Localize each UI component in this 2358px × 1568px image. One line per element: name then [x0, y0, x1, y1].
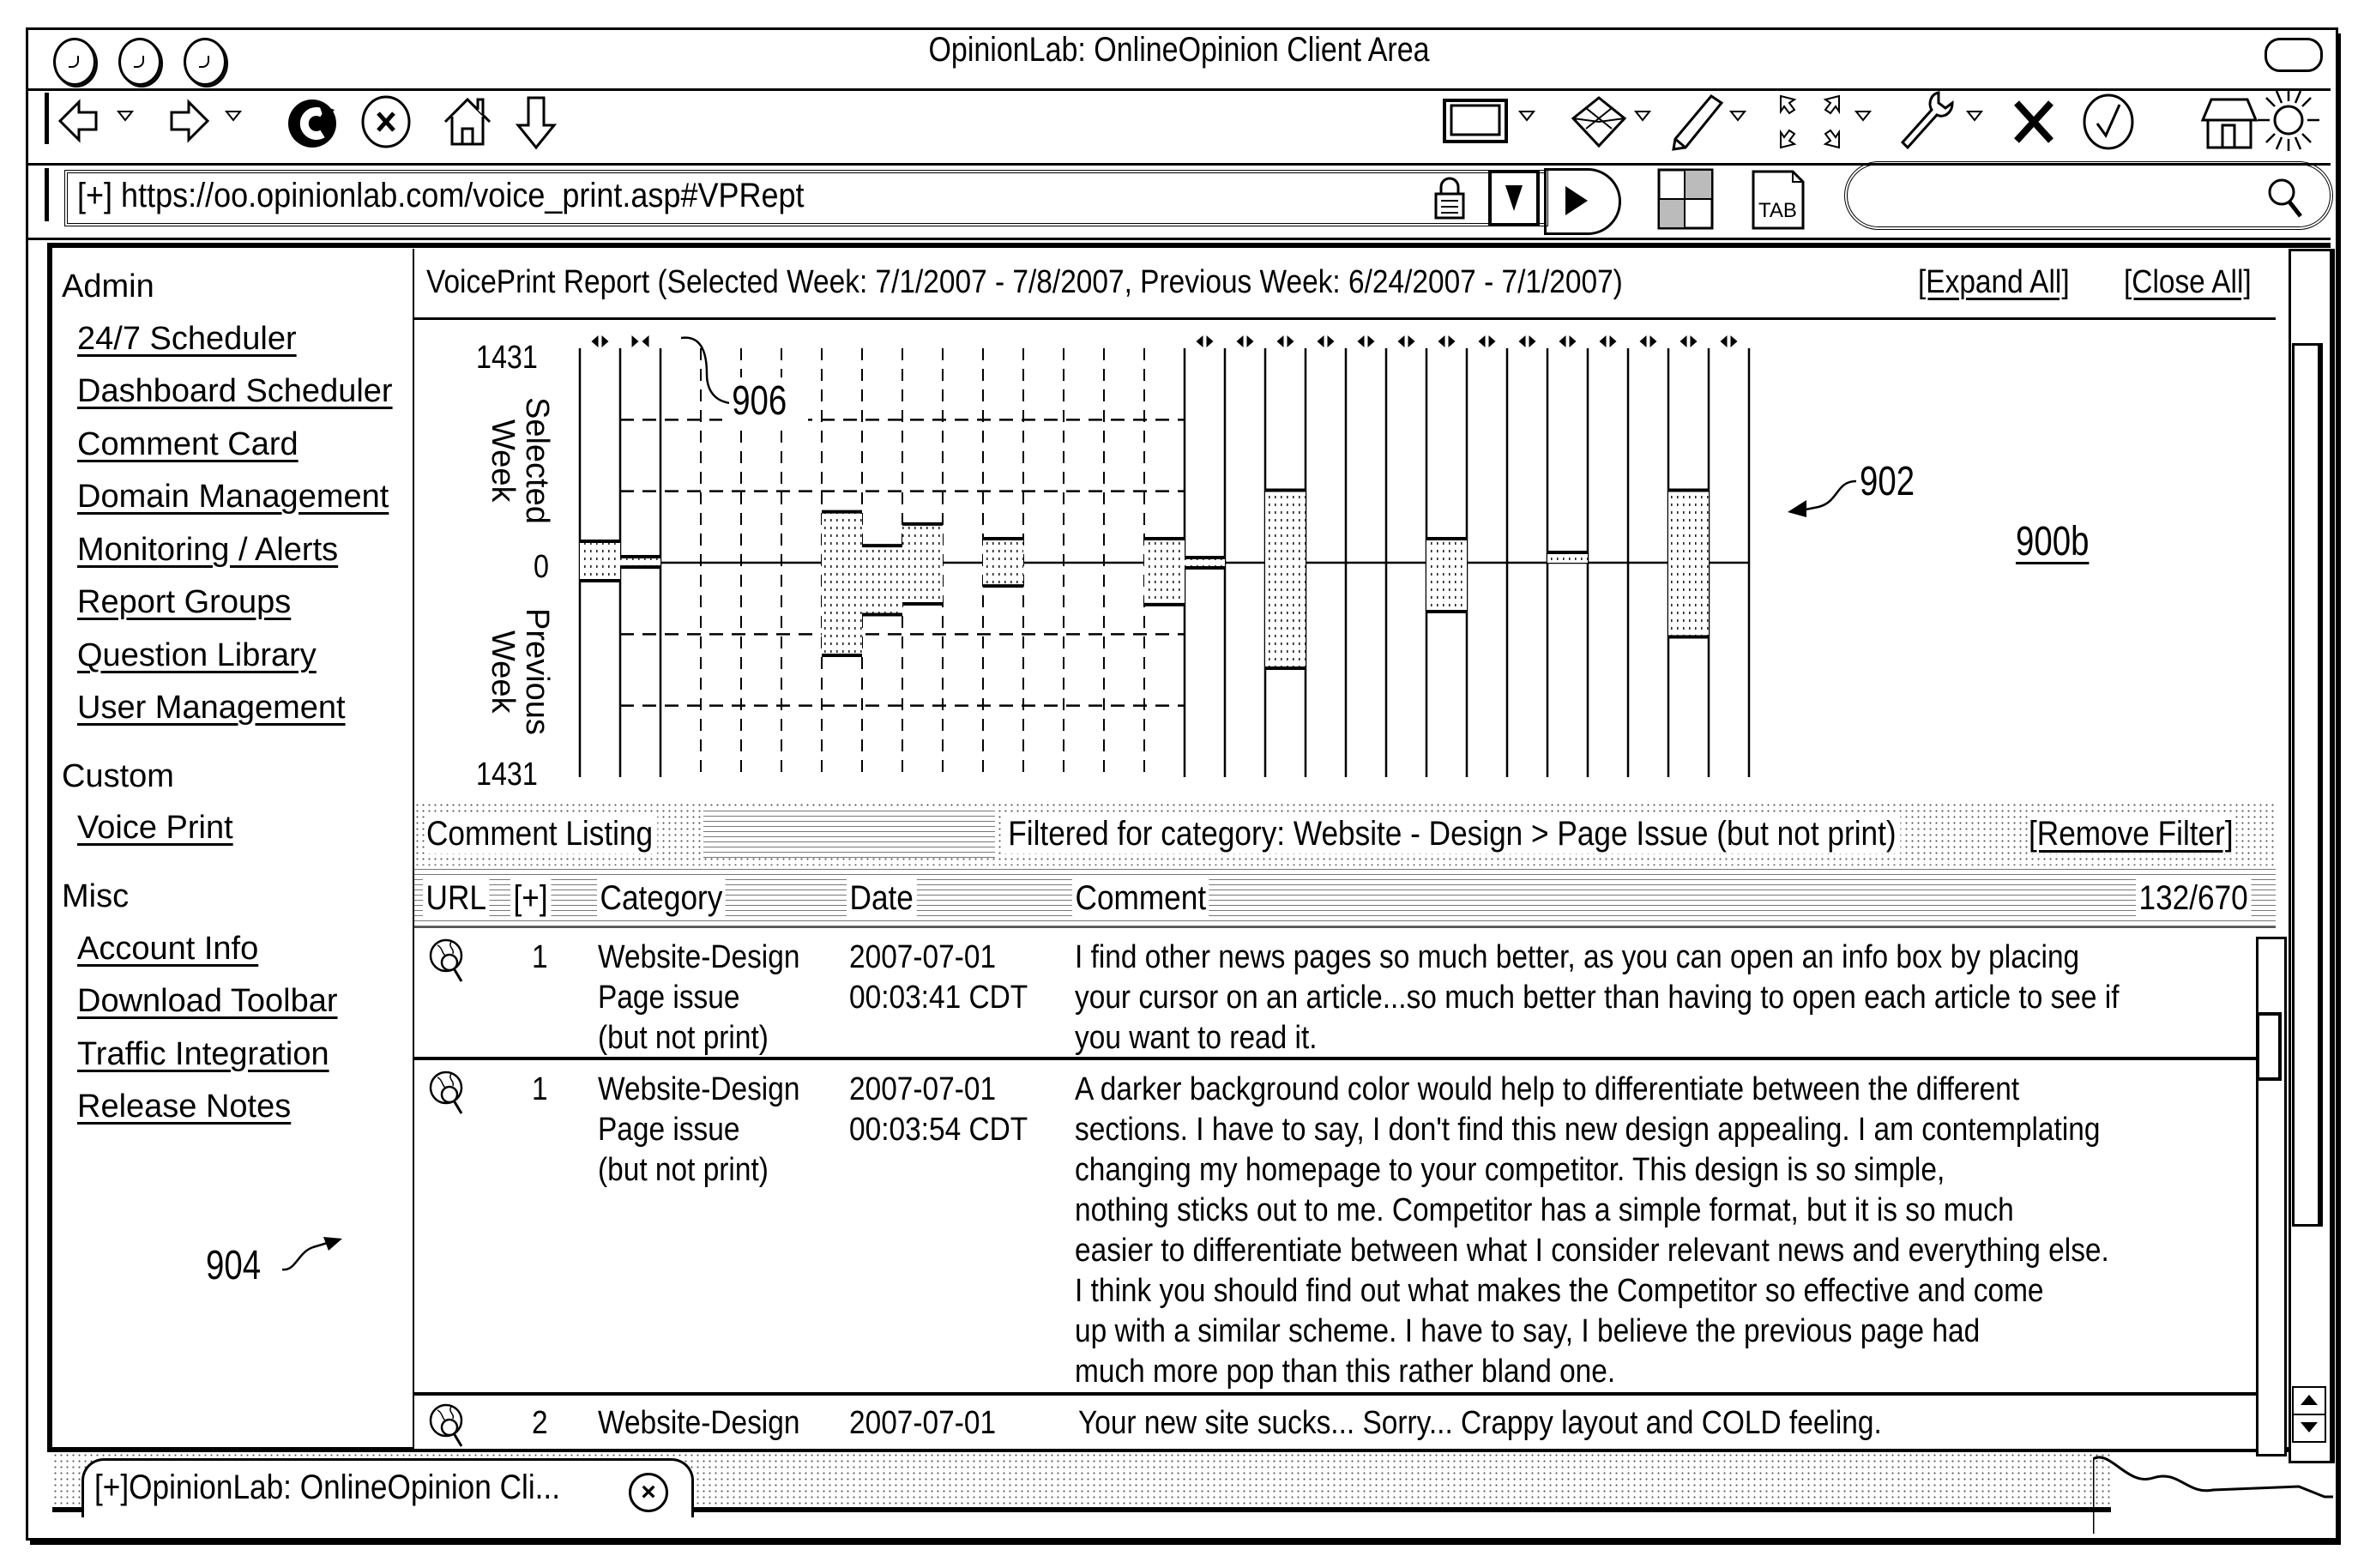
y-tick-zero: 0 [534, 549, 549, 585]
expand-group-toggle[interactable] [1478, 335, 1496, 347]
reference-label-902: 902 [1860, 459, 1915, 504]
bar-selected-week[interactable] [1426, 539, 1467, 563]
category-line: Website-Design [598, 939, 800, 975]
row-comment: Your new site sucks... Sorry... Crappy l… [1078, 1405, 1882, 1441]
globe-magnifier-icon [429, 938, 463, 982]
collapse-group-toggle[interactable] [631, 335, 649, 347]
bar-selected-week[interactable] [983, 539, 1023, 563]
expand-group-toggle[interactable] [1720, 335, 1738, 347]
expand-group-toggle[interactable] [1276, 335, 1294, 347]
row-category: Website-Design Page issue (but not print… [598, 938, 799, 1058]
row-count: 1 [532, 1071, 548, 1107]
category-line: (but not print) [598, 1152, 769, 1188]
row-date: 2007-07-01 00:03:41 CDT [849, 938, 1028, 1018]
expand-group-toggle[interactable] [1236, 335, 1254, 347]
filter-description: Filtered for category: Website - Design … [1004, 815, 1901, 853]
tab-close-button[interactable]: × [629, 1473, 668, 1512]
expand-group-toggle[interactable] [1559, 335, 1577, 347]
view-url-button[interactable] [429, 937, 467, 989]
globe-magnifier-icon [429, 1070, 463, 1114]
expand-group-toggle[interactable] [1397, 335, 1415, 347]
globe-magnifier-icon [429, 1403, 463, 1447]
torn-edge [2091, 1452, 2333, 1551]
bar-selected-week[interactable] [1668, 490, 1709, 563]
comment-count: 132/670 [2136, 879, 2252, 918]
remove-filter-link[interactable]: [Remove Filter] [2029, 815, 2234, 853]
bar-previous-week[interactable] [1144, 563, 1185, 605]
scroll-down-button[interactable] [2292, 1414, 2326, 1443]
view-url-button[interactable] [429, 1402, 467, 1450]
date-line: 2007-07-01 [849, 1071, 997, 1107]
category-line: Page issue [598, 980, 740, 1016]
category-line: Website-Design [598, 1071, 800, 1107]
column-header-url[interactable]: URL [423, 879, 490, 918]
reference-label-906: 906 [729, 377, 790, 425]
date-line: 2007-07-01 [849, 939, 997, 975]
expand-group-toggle[interactable] [591, 335, 609, 347]
bar-previous-week[interactable] [862, 563, 902, 615]
bar-previous-week[interactable] [983, 563, 1023, 587]
bar-selected-week[interactable] [1265, 490, 1306, 563]
column-header-category[interactable]: Category [597, 879, 726, 918]
arrow-down-icon [2301, 1422, 2318, 1432]
expand-group-toggle[interactable] [1357, 335, 1375, 347]
expand-group-toggle[interactable] [1639, 335, 1657, 347]
expand-group-toggle[interactable] [1438, 335, 1456, 347]
bar-previous-week[interactable] [580, 563, 620, 581]
scroll-up-button[interactable] [2292, 1386, 2326, 1415]
y-tick-top: 1431 [476, 340, 538, 376]
row-category: Website-Design Page issue (but not print… [598, 1070, 799, 1191]
bar-selected-week[interactable] [902, 523, 943, 563]
time-line: 00:03:54 CDT [849, 1112, 1028, 1148]
bar-previous-week[interactable] [1668, 563, 1709, 637]
expand-group-toggle[interactable] [1196, 335, 1214, 347]
bar-selected-week[interactable] [862, 546, 902, 563]
bar-previous-week[interactable] [822, 563, 862, 655]
comment-list-scroll-thumb[interactable] [2256, 1012, 2282, 1081]
bar-previous-week[interactable] [902, 563, 943, 605]
page-scroll-thumb[interactable] [2292, 343, 2323, 1227]
reference-label-900b: 900b [2016, 519, 2090, 564]
row-category: Website-Design [598, 1405, 800, 1441]
expand-group-toggle[interactable] [1680, 335, 1698, 347]
listing-header-filler [703, 810, 995, 858]
row-date: 2007-07-01 [849, 1405, 997, 1441]
row-count: 1 [532, 939, 548, 975]
column-header-date[interactable]: Date [847, 879, 917, 918]
bar-previous-week[interactable] [1426, 563, 1467, 612]
y-label-selected-week: Selected Week [485, 397, 555, 524]
view-url-button[interactable] [429, 1069, 467, 1121]
bar-previous-week[interactable] [1265, 563, 1306, 668]
bar-selected-week[interactable] [1144, 539, 1185, 563]
bar-selected-week[interactable] [822, 511, 862, 563]
category-line: Page issue [598, 1112, 740, 1148]
y-tick-bottom: 1431 [476, 757, 538, 793]
arrow-up-icon [2301, 1395, 2318, 1405]
expand-group-toggle[interactable] [1518, 335, 1536, 347]
time-line: 00:03:41 CDT [849, 980, 1028, 1016]
expand-group-toggle[interactable] [1599, 335, 1617, 347]
expand-group-toggle[interactable] [1317, 335, 1335, 347]
bar-selected-week[interactable] [580, 541, 620, 563]
y-label-previous-week: Previous Week [485, 608, 555, 735]
row-count: 2 [532, 1405, 548, 1441]
comment-listing-title: Comment Listing [426, 815, 658, 853]
tab-title: [+]OpinionLab: OnlineOpinion Cli... [94, 1468, 560, 1506]
category-line: (but not print) [598, 1020, 769, 1056]
row-comment: I find other news pages so much better, … [1075, 939, 2120, 1056]
column-header-comment[interactable]: Comment [1072, 879, 1209, 918]
row-date: 2007-07-01 00:03:54 CDT [849, 1070, 1028, 1150]
row-comment: A darker background color would help to … [1075, 1071, 2109, 1390]
column-header-expand[interactable]: [+] [510, 879, 552, 918]
annotation-arrow-icon [1784, 476, 1861, 523]
